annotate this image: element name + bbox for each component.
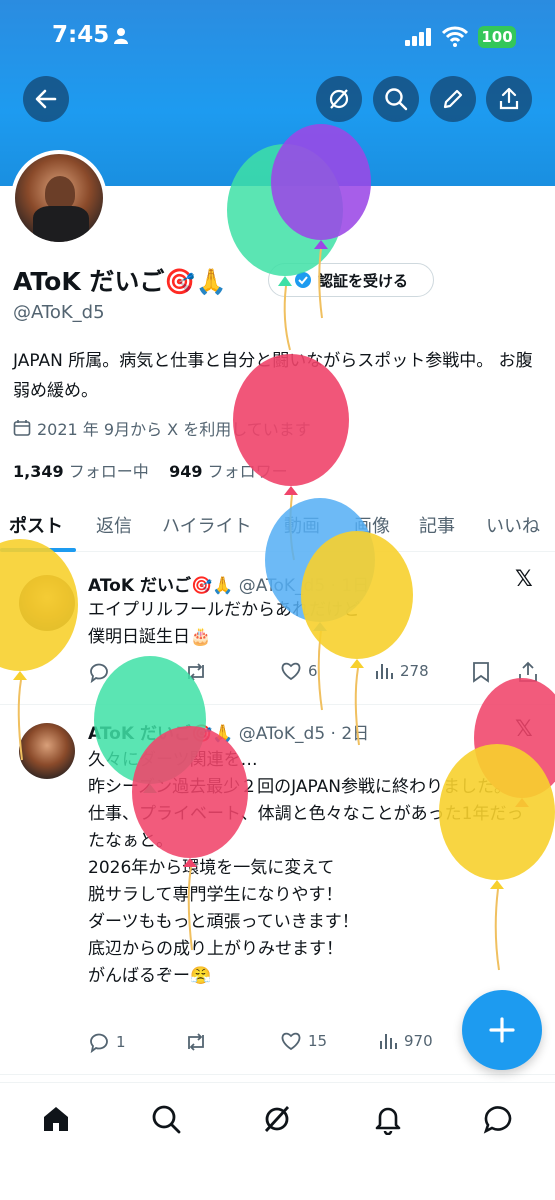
following-link[interactable]: 1,349 フォロー中 [13, 462, 149, 481]
grok-icon [329, 89, 349, 109]
reply-icon [90, 663, 108, 683]
profile-avatar[interactable] [11, 150, 107, 246]
like-count: 15 [308, 1032, 328, 1050]
edit-button[interactable] [430, 76, 476, 122]
repost-icon [188, 1033, 204, 1051]
tab-videos[interactable]: 動画 [284, 512, 320, 538]
reply-button[interactable]: 1 [88, 1031, 126, 1053]
post-share-button[interactable] [518, 661, 538, 683]
search-button[interactable] [373, 76, 419, 122]
bookmark-icon [473, 662, 489, 683]
following-count: 1,349 [13, 462, 64, 481]
search-icon [385, 88, 408, 111]
view-count: 970 [404, 1032, 433, 1050]
following-label: フォロー中 [68, 462, 149, 481]
tab-images[interactable]: 画像 [354, 512, 390, 538]
share-icon [499, 87, 519, 110]
post-header: AToK だいご🎯🙏 @AToK_d5 · 2日 [88, 719, 369, 744]
search-icon [152, 1105, 181, 1134]
nav-search[interactable] [146, 1099, 186, 1139]
repost-button[interactable] [184, 661, 214, 683]
profile-tabs: ポスト 返信 ハイライト 動画 画像 記事 いいね [0, 500, 555, 552]
post-actions: 6 278 [88, 661, 548, 687]
nav-notifications[interactable] [368, 1099, 408, 1139]
post-text: 久々にダーツ関連を… 昨シーズン過去最少２回のJAPAN参戦に終わりました。 仕… [88, 750, 524, 986]
post-author: AToK だいご🎯🙏 [88, 576, 234, 596]
signal-icon [405, 28, 431, 46]
profile-handle: @AToK_d5 [13, 302, 105, 323]
views-icon [376, 664, 393, 679]
follow-stats: 1,349 フォロー中 949 フォロワー [13, 458, 288, 482]
post-avatar[interactable] [19, 723, 75, 779]
arrow-left-icon [35, 89, 57, 109]
status-time: 7:45 [52, 22, 110, 48]
post-text: エイプリルフールだからあれだけど 僕明日誕生日🎂 [88, 600, 360, 647]
battery-indicator: 100 [478, 26, 516, 48]
tab-likes[interactable]: いいね [486, 512, 540, 538]
tab-highlights[interactable]: ハイライト [162, 512, 252, 538]
profile-bio: JAPAN 所属。病気と仕事と自分と闘いながらスポット参戦中。 お腹弱め緩め。 [13, 351, 533, 401]
get-verified-label: 認証を受ける [317, 271, 408, 290]
followers-link[interactable]: 949 フォロワー [169, 462, 288, 481]
active-tab-indicator [0, 548, 76, 552]
reply-count: 1 [116, 1033, 126, 1051]
tab-posts[interactable]: ポスト [9, 512, 63, 538]
back-button[interactable] [23, 76, 69, 122]
share-button[interactable] [486, 76, 532, 122]
like-count: 6 [308, 662, 318, 680]
tab-replies[interactable]: 返信 [96, 512, 132, 538]
joined-date: 2021 年 9月から X を利用しています [13, 416, 311, 440]
wifi-icon [442, 26, 468, 47]
notifications-icon [375, 1107, 401, 1135]
joined-text: 2021 年 9月から X を利用しています [37, 420, 311, 439]
nav-messages[interactable] [478, 1099, 518, 1139]
reply-icon [90, 1033, 108, 1053]
plus-icon [489, 1017, 515, 1043]
profile-name: AToK だいご🎯🙏 [13, 267, 227, 296]
tab-articles[interactable]: 記事 [419, 512, 455, 538]
heart-icon [281, 662, 301, 681]
post-header: AToK だいご🎯🙏 @AToK_d5 · 1日 [88, 571, 369, 596]
get-verified-button[interactable]: 認証を受ける [268, 263, 434, 297]
views-button[interactable]: 278 [374, 661, 429, 681]
followers-label: フォロワー [207, 462, 288, 481]
x-logo-icon: 𝕏 [515, 717, 533, 742]
like-button[interactable]: 15 [280, 1031, 327, 1051]
compose-post-button[interactable] [462, 990, 542, 1070]
repost-icon [188, 663, 204, 681]
bottom-navigation [0, 1082, 555, 1200]
reply-button[interactable] [88, 661, 116, 683]
heart-icon [281, 1032, 301, 1051]
post-meta: @AToK_d5 · 2日 [238, 724, 370, 744]
views-button[interactable]: 970 [378, 1031, 433, 1051]
bookmark-button[interactable] [472, 661, 490, 683]
nav-grok[interactable] [257, 1099, 297, 1139]
status-bar: 7:45 100 [0, 18, 555, 58]
like-button[interactable]: 6 [280, 661, 318, 681]
share-icon [519, 661, 537, 682]
edit-icon [443, 89, 463, 109]
nav-home[interactable] [36, 1099, 76, 1139]
home-icon [44, 1107, 68, 1131]
grok-icon [264, 1106, 290, 1132]
messages-icon [483, 1106, 512, 1134]
view-count: 278 [400, 662, 429, 680]
views-icon [380, 1034, 397, 1049]
x-logo-icon: 𝕏 [515, 567, 533, 592]
post-avatar[interactable] [19, 575, 75, 631]
followers-count: 949 [169, 462, 203, 481]
calendar-icon [13, 420, 31, 436]
grok-button[interactable] [316, 76, 362, 122]
person-icon [114, 28, 128, 44]
post-author: AToK だいご🎯🙏 [88, 724, 234, 744]
post-item[interactable]: AToK だいご🎯🙏 @AToK_d5 · 1日 𝕏 エイプリルフールだからあれ… [0, 553, 555, 705]
post-meta: @AToK_d5 · 1日 [238, 576, 370, 596]
repost-button[interactable] [184, 1031, 214, 1053]
verified-badge-icon [294, 272, 311, 288]
